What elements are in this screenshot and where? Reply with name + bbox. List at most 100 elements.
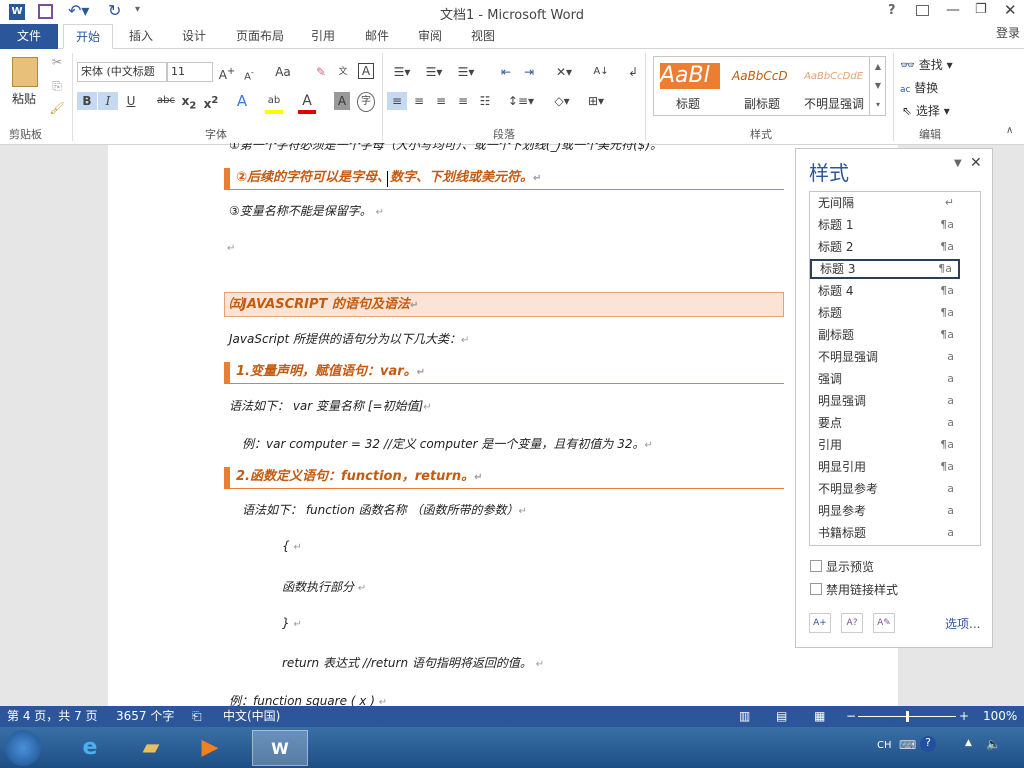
style-name-title[interactable]: 标题 (676, 95, 700, 112)
style-list-item[interactable]: 标题 2 ¶a (810, 237, 960, 257)
style-list-item[interactable]: 不明显参考 a (810, 479, 960, 499)
line-spacing-icon[interactable]: ↕≡▾ (507, 92, 535, 110)
shading-icon[interactable]: ◇▾ (548, 92, 576, 110)
paste-button[interactable]: 粘贴 (12, 90, 36, 107)
distributed-icon[interactable]: ☷ (475, 92, 495, 110)
style-list-item[interactable]: 不明显强调 a (810, 347, 960, 367)
superscript-icon[interactable]: x2 (202, 92, 220, 113)
copy-icon[interactable]: ⎘ (48, 77, 66, 95)
replace-button[interactable]: ac 替换 (900, 79, 938, 96)
help-tray-icon[interactable]: ? (920, 736, 936, 752)
enclose-char-icon[interactable]: 字 (357, 92, 375, 112)
style-preview-subtle-emphasis[interactable]: AaBbCcDdE (804, 71, 866, 82)
style-name-subtle-emphasis[interactable]: 不明显强调 (804, 95, 864, 112)
text-effects-icon[interactable]: A (232, 92, 252, 110)
bold-button[interactable]: B (77, 92, 97, 110)
disable-linked-styles-checkbox[interactable] (810, 583, 822, 595)
zoom-slider-thumb[interactable] (906, 711, 909, 722)
tab-home[interactable]: 开始 (63, 24, 113, 49)
style-list-item[interactable]: 明显强调 a (810, 391, 960, 411)
read-mode-icon[interactable]: ▥ (739, 706, 750, 727)
select-button[interactable]: ⇖ 选择 ▾ (902, 102, 950, 119)
tab-review[interactable]: 审阅 (409, 24, 451, 49)
style-list-item[interactable]: 副标题 ¶a (810, 325, 960, 345)
style-list-item[interactable]: 书籍标题 a (810, 523, 960, 543)
print-layout-icon[interactable]: ▤ (776, 706, 787, 727)
align-right-icon[interactable]: ≡ (431, 92, 451, 110)
page-count[interactable]: 第 4 页，共 7 页 (7, 706, 98, 727)
numbering-icon[interactable]: ☰▾ (420, 63, 448, 81)
tab-design[interactable]: 设计 (173, 24, 215, 49)
align-left-icon[interactable]: ≡ (387, 92, 407, 110)
help-icon[interactable]: ? (888, 3, 896, 18)
internet-explorer-icon[interactable]: e (70, 730, 110, 766)
gallery-scroll-buttons[interactable]: ▲ ▼ ▾ (869, 57, 886, 115)
increase-indent-icon[interactable]: ⇥ (520, 63, 538, 81)
font-size-select[interactable]: 11 (167, 62, 213, 82)
font-name-select[interactable]: 宋体 (中文标题 (77, 62, 167, 82)
style-preview-title[interactable]: AaBl (660, 63, 720, 89)
style-list-item[interactable]: 强调 a (810, 369, 960, 389)
highlight-icon[interactable]: ab (265, 92, 283, 114)
char-shading-icon[interactable]: A (334, 92, 350, 110)
style-name-subtitle[interactable]: 副标题 (744, 95, 780, 112)
word-count[interactable]: 3657 个字 (116, 706, 174, 727)
italic-button[interactable]: I (98, 92, 118, 110)
tab-view[interactable]: 视图 (462, 24, 504, 49)
multilevel-list-icon[interactable]: ☰▾ (452, 63, 480, 81)
align-center-icon[interactable]: ≡ (409, 92, 429, 110)
zoom-level[interactable]: 100% (983, 706, 1017, 727)
tab-insert[interactable]: 插入 (120, 24, 162, 49)
minimize-button[interactable]: — (946, 2, 960, 18)
style-list-item[interactable]: 标题 ¶a (810, 303, 960, 323)
ime-indicator[interactable]: CH (877, 740, 892, 751)
show-marks-icon[interactable]: ↲ (624, 63, 642, 81)
tab-mailings[interactable]: 邮件 (356, 24, 398, 49)
file-explorer-icon[interactable]: ▰ (131, 730, 171, 766)
tab-file[interactable]: 文件 (0, 24, 58, 49)
style-list-item[interactable]: 标题 1 ¶a (810, 215, 960, 235)
style-inspector-icon[interactable]: A? (841, 613, 863, 633)
decrease-indent-icon[interactable]: ⇤ (497, 63, 515, 81)
close-button[interactable]: ✕ (1004, 1, 1017, 19)
keyboard-icon[interactable]: ⌨ (899, 738, 916, 752)
new-style-icon[interactable]: A+ (809, 613, 831, 633)
manage-styles-icon[interactable]: A✎ (873, 613, 895, 633)
justify-icon[interactable]: ≡ (453, 92, 473, 110)
style-preview-subtitle[interactable]: AaBbCcD (732, 69, 788, 83)
subscript-icon[interactable]: x2 (180, 92, 198, 115)
grow-font-icon[interactable]: A+ (218, 63, 236, 84)
ribbon-display-icon[interactable] (916, 5, 929, 16)
start-button[interactable] (5, 730, 41, 766)
volume-icon[interactable]: 🔈 (986, 737, 1001, 751)
style-list-item[interactable]: 明显参考 a (810, 501, 960, 521)
style-list-item[interactable]: 要点 a (810, 413, 960, 433)
underline-button[interactable]: U (122, 92, 140, 110)
shrink-font-icon[interactable]: A- (240, 63, 258, 86)
clear-format-icon[interactable]: ✎ (312, 63, 330, 81)
sign-in-link[interactable]: 登录 (992, 21, 1024, 46)
style-list-item[interactable]: 明显引用 ¶a (810, 457, 960, 477)
show-preview-checkbox[interactable] (810, 560, 822, 572)
borders-icon[interactable]: ⊞▾ (582, 92, 610, 110)
change-case-button[interactable]: Aa (268, 63, 298, 81)
style-list-item[interactable]: 标题 4 ¶a (810, 281, 960, 301)
phonetic-guide-icon[interactable]: 文 (334, 63, 352, 81)
proofing-icon[interactable]: ⎗ (192, 706, 202, 727)
find-button[interactable]: 👓 查找 ▾ (900, 56, 953, 73)
web-layout-icon[interactable]: ▦ (814, 706, 825, 727)
tab-references[interactable]: 引用 (302, 24, 344, 49)
word-taskbar-icon[interactable]: W (252, 730, 308, 766)
pane-options-icon[interactable]: ▼ (954, 158, 962, 169)
restore-button[interactable]: ❐ (975, 2, 987, 17)
bullets-icon[interactable]: ☰▾ (388, 63, 416, 81)
paste-icon[interactable] (12, 57, 38, 87)
style-list-item[interactable]: 引用 ¶a (810, 435, 960, 455)
style-list-item[interactable]: 标题 3 ¶a (810, 259, 960, 279)
font-color-icon[interactable]: A (298, 92, 316, 114)
collapse-ribbon-icon[interactable]: ∧ (1006, 125, 1013, 136)
sort-icon[interactable]: A↓ (592, 63, 610, 81)
media-player-icon[interactable]: ▶ (190, 730, 230, 766)
pane-close-button[interactable]: ✕ (970, 155, 982, 171)
language[interactable]: 中文(中国) (223, 706, 280, 727)
